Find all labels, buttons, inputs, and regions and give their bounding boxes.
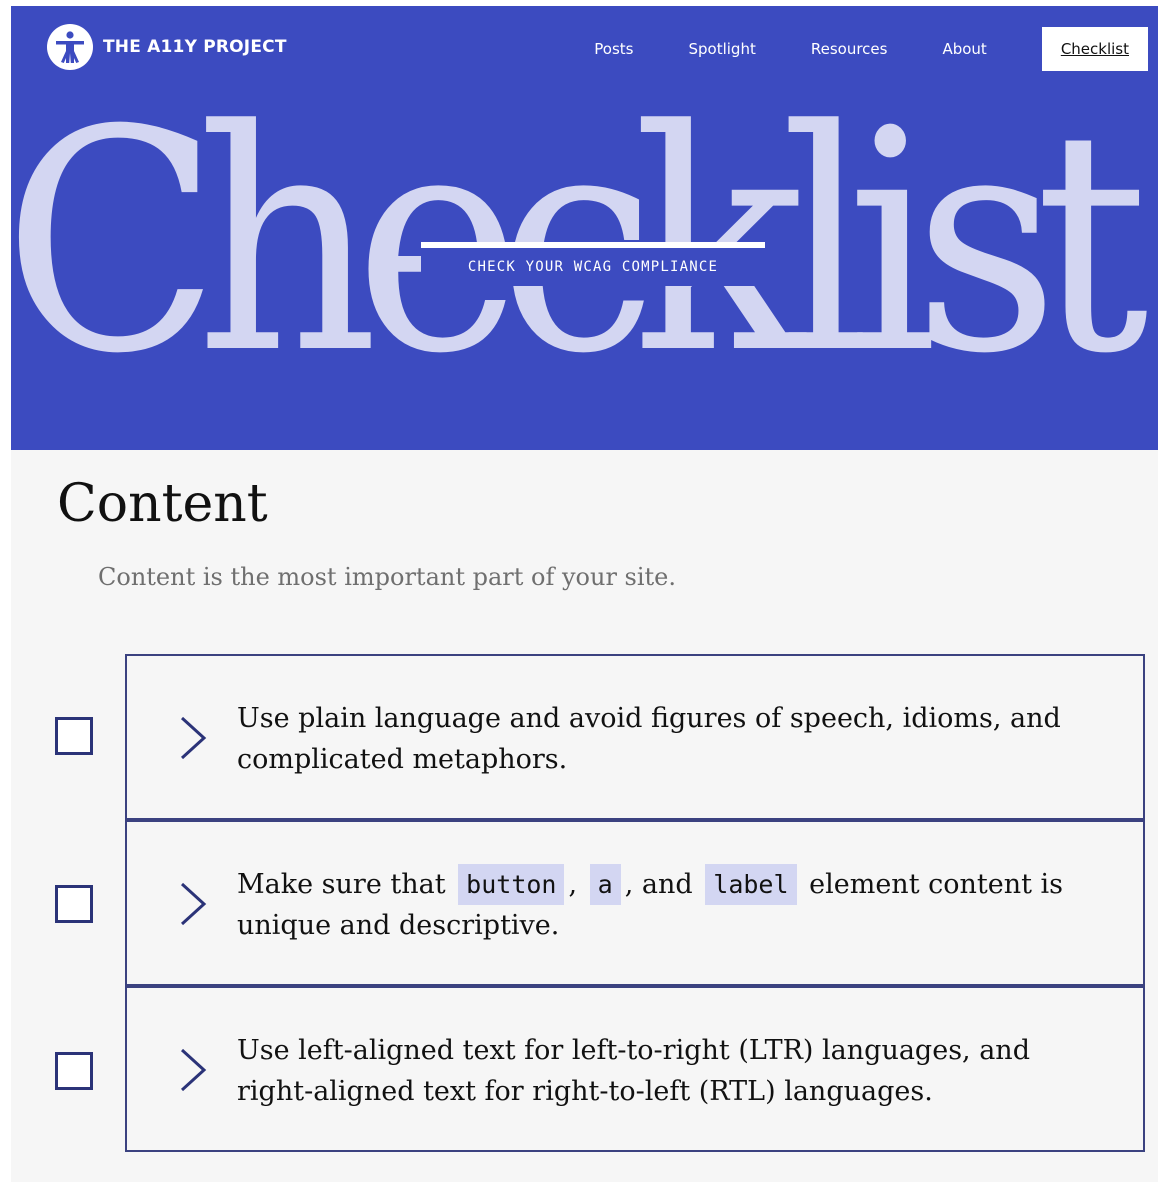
- nav-link-spotlight[interactable]: Spotlight: [688, 40, 755, 58]
- checklist-item-text: Use left-aligned text for left-to-right …: [237, 1035, 1030, 1107]
- item-text-pre: Make sure that: [237, 869, 446, 900]
- checkbox-icon[interactable]: [55, 885, 93, 923]
- nav-link-checklist[interactable]: Checklist: [1041, 27, 1148, 71]
- nav-link-resources[interactable]: Resources: [811, 40, 888, 58]
- hero-tagline-box: CHECK YOUR WCAG COMPLIANCE: [421, 242, 765, 286]
- checklist-item[interactable]: Use plain language and avoid figures of …: [125, 654, 1145, 820]
- item-text-sep2: , and: [624, 869, 693, 900]
- code-a: a: [589, 864, 621, 905]
- section-subtitle: Content is the most important part of yo…: [98, 563, 677, 591]
- chevron-right-icon[interactable]: [179, 882, 209, 926]
- nav-link-about[interactable]: About: [942, 40, 986, 58]
- hero-banner: Checklist THE A11Y PROJECT Posts Spotlig…: [11, 6, 1158, 450]
- code-label: label: [705, 864, 797, 905]
- site-logo-link[interactable]: THE A11Y PROJECT: [47, 24, 287, 70]
- chevron-right-icon[interactable]: [179, 716, 209, 760]
- checklist-item-text: Make sure that button, a, and label elem…: [237, 864, 1107, 946]
- checklist-item[interactable]: Use left-aligned text for left-to-right …: [125, 986, 1145, 1152]
- item-text-sep1: ,: [568, 869, 578, 900]
- hero-tagline: CHECK YOUR WCAG COMPLIANCE: [467, 259, 719, 275]
- checkbox-icon[interactable]: [55, 1052, 93, 1090]
- checklist-item-text: Use plain language and avoid figures of …: [237, 703, 1061, 775]
- logo-text: THE A11Y PROJECT: [103, 37, 287, 57]
- checkbox-icon[interactable]: [55, 717, 93, 755]
- chevron-right-icon[interactable]: [179, 1048, 209, 1092]
- accessibility-logo-icon: [47, 24, 93, 70]
- code-button: button: [458, 864, 565, 905]
- checklist-item[interactable]: Make sure that button, a, and label elem…: [125, 820, 1145, 986]
- main-nav: Posts Spotlight Resources About Checklis…: [539, 27, 1148, 71]
- nav-link-posts[interactable]: Posts: [594, 40, 633, 58]
- page: Checklist THE A11Y PROJECT Posts Spotlig…: [11, 6, 1158, 1182]
- section-title: Content: [57, 474, 268, 534]
